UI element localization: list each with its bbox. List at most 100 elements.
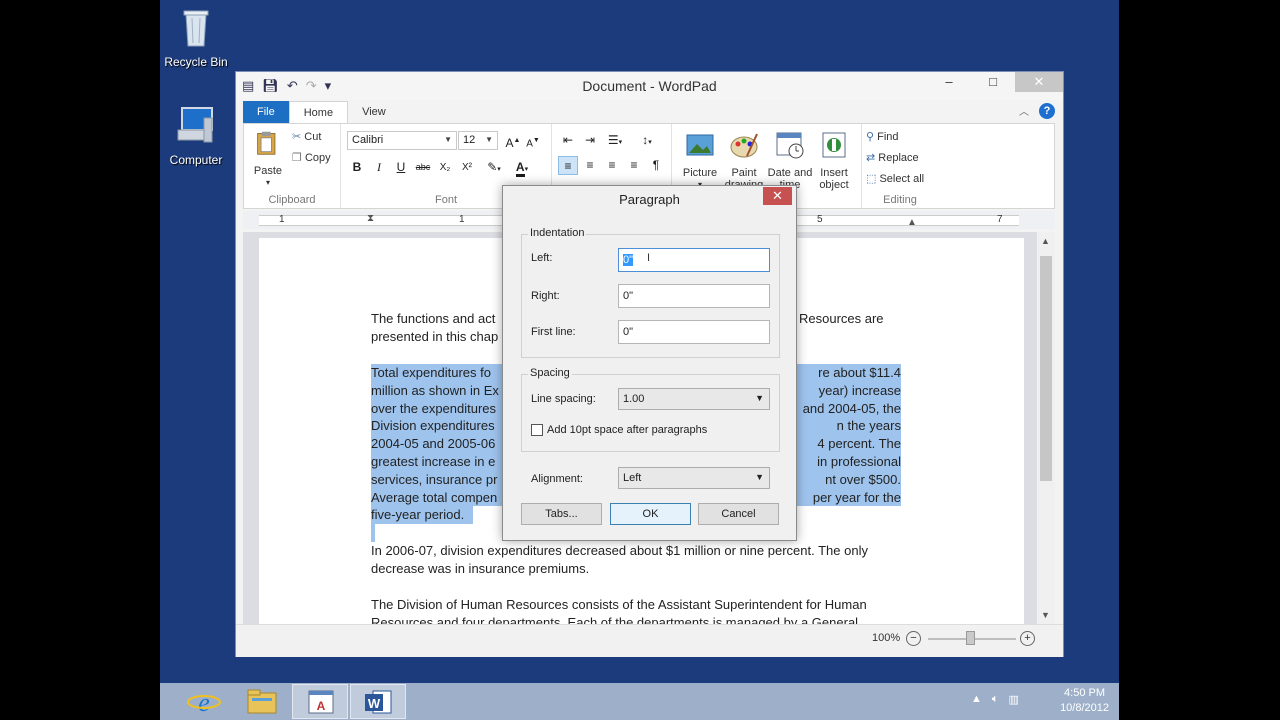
calendar-clock-icon [776, 132, 804, 159]
grow-font-button[interactable]: A▲ [503, 131, 523, 150]
editing-group-label: Editing [883, 194, 917, 206]
scroll-down-icon[interactable]: ▼ [1041, 610, 1050, 620]
indentation-legend: Indentation [528, 227, 587, 239]
cancel-button[interactable]: Cancel [698, 503, 779, 525]
text-cursor-icon: I [647, 252, 651, 264]
text-line: re about $11.4 [818, 365, 901, 380]
align-left-button[interactable]: ≡ [558, 156, 578, 175]
shrink-font-button[interactable]: A▼ [523, 131, 543, 150]
list-button[interactable]: ☰▾ [602, 131, 628, 150]
justify-button[interactable]: ≡ [624, 156, 644, 175]
svg-text:W: W [368, 696, 381, 711]
line-spacing-label: Line spacing: [531, 393, 596, 405]
letterbox-left [0, 0, 160, 720]
line-spacing-select[interactable]: 1.00 ▼ [618, 388, 770, 410]
line-spacing-button[interactable]: ↕▾ [634, 131, 660, 150]
highlight-color-button[interactable]: ✎▾ [481, 158, 507, 177]
paste-dropdown-icon[interactable]: ▾ [248, 177, 288, 189]
spacing-legend: Spacing [528, 367, 572, 379]
clipboard-group-label: Clipboard [268, 194, 316, 206]
zoom-out-button[interactable]: − [906, 631, 921, 646]
alignment-select[interactable]: Left ▼ [618, 467, 770, 489]
add-space-checkbox[interactable] [531, 424, 543, 436]
chevron-down-icon: ▼ [755, 393, 764, 403]
paragraph-dialog: Paragraph ✕ Indentation Left: 0" I Right:… [502, 185, 797, 541]
decrease-indent-button[interactable]: ⇤ [558, 131, 578, 150]
wordpad-taskbar-button[interactable]: A [292, 684, 348, 719]
word-icon: W [365, 690, 392, 714]
find-button[interactable]: ⚲ Find [866, 130, 899, 143]
add-space-label: Add 10pt space after paragraphs [547, 424, 708, 436]
ok-button[interactable]: OK [610, 503, 691, 525]
italic-button[interactable]: I [369, 158, 389, 177]
alignment-value: Left [623, 472, 642, 484]
dialog-close-button[interactable]: ✕ [763, 187, 792, 205]
minimize-ribbon-icon[interactable]: ︿ [1019, 103, 1029, 118]
tab-home[interactable]: Home [288, 101, 349, 123]
left-indent-input[interactable]: 0" I [618, 248, 770, 272]
computer-icon [177, 107, 213, 143]
paragraph-3: In 2006-07, division expenditures decrea… [371, 542, 903, 578]
cut-button[interactable]: ✂ Cut [292, 130, 321, 143]
zoom-slider-thumb[interactable] [966, 631, 975, 645]
internet-explorer-taskbar-button[interactable]: e [176, 684, 232, 719]
paint-drawing-label-1: Paint [731, 167, 757, 179]
internet-explorer-icon: e [187, 688, 221, 717]
file-explorer-taskbar-button[interactable] [234, 684, 290, 719]
editing-group: ⚲ Find ⇄ Replace ⬚ Select all Editing [862, 124, 938, 208]
volume-icon[interactable]: 🔈︎ [992, 693, 999, 706]
text-line: million as shown in Ex [371, 382, 499, 398]
increase-indent-button[interactable]: ⇥ [580, 131, 600, 150]
align-right-button[interactable]: ≡ [602, 156, 622, 175]
strikethrough-button[interactable]: abc [413, 158, 433, 177]
help-icon[interactable]: ? [1039, 103, 1055, 119]
system-tray: ▲ 🔈︎ ▥ [971, 693, 1019, 706]
right-indent-marker-icon[interactable]: ▲ [907, 217, 917, 228]
network-icon[interactable]: ▥ [1009, 693, 1019, 706]
align-center-button[interactable]: ≡ [580, 156, 600, 175]
text-color-button[interactable]: A▾ [509, 158, 535, 177]
font-family-value: Calibri [352, 134, 384, 146]
right-indent-label: Right: [531, 290, 560, 302]
replace-button[interactable]: ⇄ Replace [866, 151, 919, 164]
paragraph-settings-button[interactable]: ¶ [646, 156, 666, 175]
font-size-select[interactable]: 12 ▼ [458, 131, 498, 150]
superscript-button[interactable]: X² [457, 158, 477, 177]
minimize-button[interactable]: – [927, 72, 971, 92]
text-line: services, insurance pr [371, 471, 498, 487]
scroll-up-icon[interactable]: ▲ [1041, 236, 1050, 246]
close-button[interactable]: ✕ [1015, 72, 1063, 92]
font-family-dropdown-icon: ▼ [444, 135, 452, 144]
text-line: n the years [836, 418, 901, 434]
tab-view[interactable]: View [348, 101, 400, 123]
left-indent-value: 0" [623, 254, 634, 266]
show-hidden-icons-icon[interactable]: ▲ [971, 693, 982, 706]
scrollbar-thumb[interactable] [1040, 256, 1052, 481]
tabs-button[interactable]: Tabs... [521, 503, 602, 525]
subscript-button[interactable]: X₂ [435, 158, 455, 177]
clipboard-group: Paste ▾ ✂ Cut ❐ Copy Clipboard [244, 124, 341, 208]
title-bar[interactable]: ▤ 💾︎ ↶ ↷ ▾ Document - WordPad – □ ✕ [236, 72, 1063, 100]
computer-shortcut[interactable]: Computer [156, 104, 236, 167]
zoom-in-button[interactable]: + [1020, 631, 1035, 646]
paint-drawing-button[interactable]: Paint drawing [718, 130, 770, 191]
bold-button[interactable]: B [347, 158, 367, 177]
text-line: and 2004-05, the [802, 400, 901, 416]
left-indent-marker-icon[interactable]: ⧗ [367, 213, 374, 224]
insert-object-button[interactable]: Insert object [808, 130, 860, 191]
underline-button[interactable]: U [391, 158, 411, 177]
vertical-scrollbar[interactable]: ▲ ▼ [1037, 232, 1055, 624]
maximize-button[interactable]: □ [971, 72, 1015, 92]
first-line-indent-input[interactable]: 0" [618, 320, 770, 344]
recycle-bin-shortcut[interactable]: Recycle Bin [156, 6, 236, 69]
word-taskbar-button[interactable]: W [350, 684, 406, 719]
paste-button[interactable]: Paste ▾ [248, 128, 288, 189]
taskbar: e A W ▲ 🔈︎ ▥ 4:50 PM 10/8/2012 [160, 683, 1119, 720]
right-indent-input[interactable]: 0" [618, 284, 770, 308]
select-all-button[interactable]: ⬚ Select all [866, 172, 924, 185]
text-line: Resources and four departments. Each of … [371, 614, 859, 624]
tab-file[interactable]: File [243, 101, 289, 123]
clock[interactable]: 4:50 PM 10/8/2012 [1060, 686, 1109, 716]
font-family-select[interactable]: Calibri ▼ [347, 131, 457, 150]
copy-button[interactable]: ❐ Copy [292, 151, 331, 164]
